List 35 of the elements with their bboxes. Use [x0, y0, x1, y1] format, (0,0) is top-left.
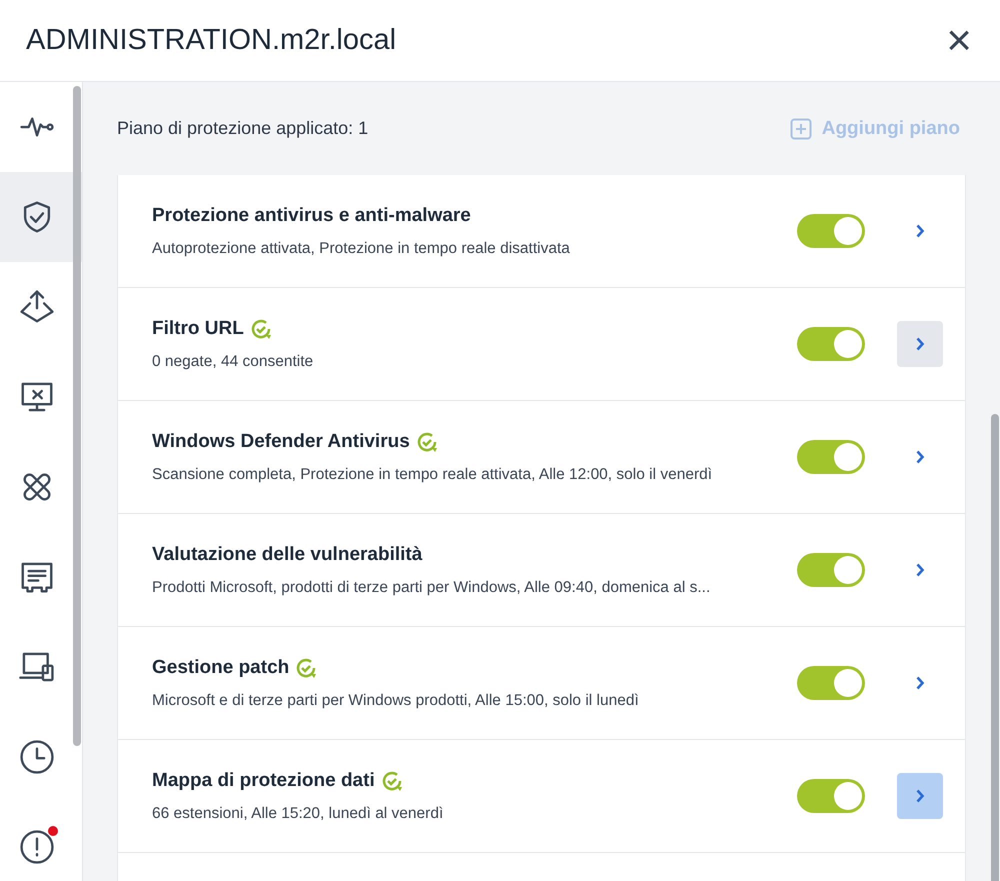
- chevron-right-icon: [915, 449, 925, 465]
- alert-icon: [18, 828, 56, 866]
- chevron-right-icon: [915, 562, 925, 578]
- scrollbar-thumb[interactable]: [991, 414, 999, 881]
- close-button[interactable]: ×: [946, 18, 972, 62]
- details-button[interactable]: [897, 321, 943, 367]
- module-description: Scansione completa, Protezione in tempo reale attivata, Alle 12:00, solo il venerdì: [152, 466, 714, 484]
- module-description: Prodotti Microsoft, prodotti di terze parti per Windows, Alle 09:40, domenica al s...: [152, 578, 712, 596]
- toggle-switch[interactable]: [797, 327, 865, 361]
- toggle-switch[interactable]: [797, 666, 865, 700]
- scrollbar-thumb[interactable]: [73, 86, 81, 746]
- plus-square-icon: [790, 118, 812, 140]
- chevron-right-icon: [915, 675, 925, 691]
- module-title: Gestione patch: [152, 656, 290, 678]
- module-description: 0 negate, 44 consentite: [152, 352, 314, 370]
- chevron-right-icon: [915, 336, 925, 352]
- module-title: Windows Defender Antivirus: [152, 430, 410, 452]
- details-button[interactable]: [897, 773, 943, 819]
- chevron-right-icon: [915, 223, 925, 239]
- module-description: 66 estensioni, Alle 15:20, lunedì al venerdì: [152, 804, 444, 822]
- toggle-switch[interactable]: [797, 214, 865, 248]
- module-description: Autoprotezione attivata, Protezione in tempo reale disattivata: [152, 240, 571, 258]
- sidebar-tab[interactable]: [0, 172, 82, 262]
- module-title: Protezione antivirus e anti-malware: [152, 204, 471, 226]
- module-description: Microsoft e di terze parti per Windows prodotti, Alle 15:00, solo il lunedì: [152, 692, 640, 710]
- module-title: Filtro URL: [152, 318, 244, 340]
- plan-count-label: Piano di protezione applicato: 1: [117, 118, 368, 139]
- toggle-switch[interactable]: [797, 779, 865, 813]
- toggle-switch[interactable]: [797, 553, 865, 587]
- module-title: Mappa di protezione dati: [152, 770, 375, 792]
- module-title: Valutazione delle vulnerabilità: [152, 544, 422, 566]
- window-title: ADMINISTRATION.m2r.local: [26, 24, 396, 57]
- clock-icon: [18, 738, 56, 776]
- chevron-right-icon: [915, 788, 925, 804]
- toggle-switch[interactable]: [797, 440, 865, 474]
